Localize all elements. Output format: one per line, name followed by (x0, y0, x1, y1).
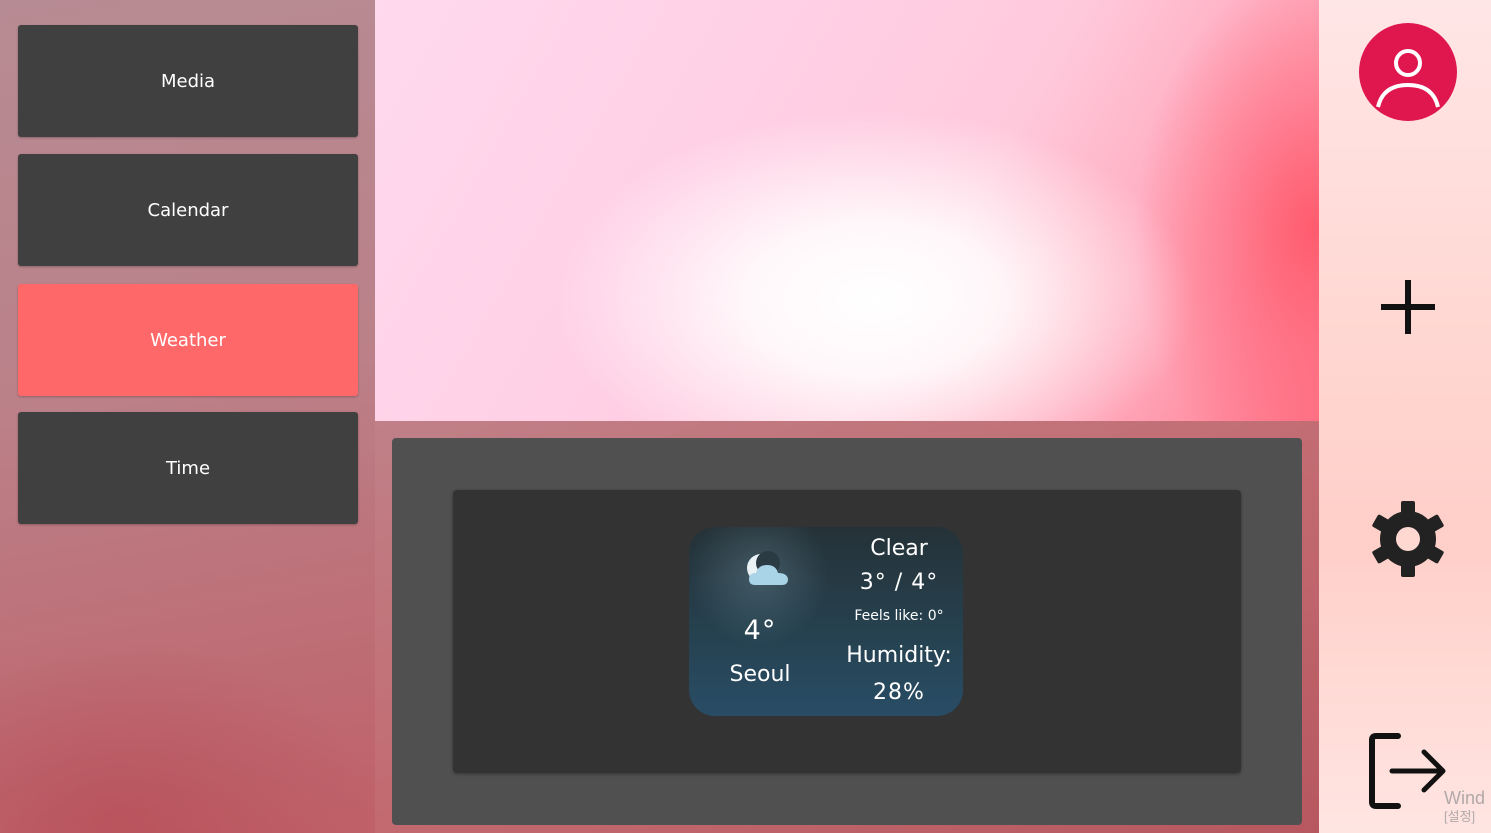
preview-area (375, 0, 1319, 421)
moon-cloud-icon (747, 551, 788, 585)
humidity-label: Humidity: (846, 643, 952, 668)
sidebar-item-weather[interactable]: Weather (18, 284, 358, 396)
watermark-line1: Wind (1444, 788, 1486, 808)
current-temperature: 4° (743, 615, 777, 646)
sidebar-item-media[interactable]: Media (18, 25, 358, 137)
watermark-line2: [설정] (1444, 809, 1476, 824)
gear-icon[interactable] (1368, 499, 1448, 579)
feels-like: Feels like: 0° (854, 608, 944, 624)
city-name: Seoul (729, 662, 791, 687)
sidebar-item-label: Weather (150, 329, 226, 351)
user-icon (1376, 49, 1440, 108)
sidebar-item-label: Media (160, 70, 216, 92)
logout-icon[interactable] (1368, 732, 1448, 810)
weather-condition: Clear (870, 536, 928, 561)
add-icon[interactable] (1379, 278, 1437, 336)
sidebar-item-calendar[interactable]: Calendar (18, 154, 358, 266)
user-avatar-button[interactable] (1359, 23, 1457, 121)
right-toolbar (1319, 0, 1491, 833)
temperature-range: 3° / 4° (859, 570, 939, 595)
sidebar-item-time[interactable]: Time (18, 412, 358, 524)
sidebar-item-label: Calendar (147, 199, 229, 221)
humidity-value: 28% (873, 680, 925, 705)
weather-widget[interactable]: 4° Seoul Clear 3° / 4° Feels like: 0° Hu… (689, 527, 963, 716)
sidebar-item-label: Time (165, 457, 211, 479)
activation-watermark: Wind [설정] (1444, 787, 1491, 833)
